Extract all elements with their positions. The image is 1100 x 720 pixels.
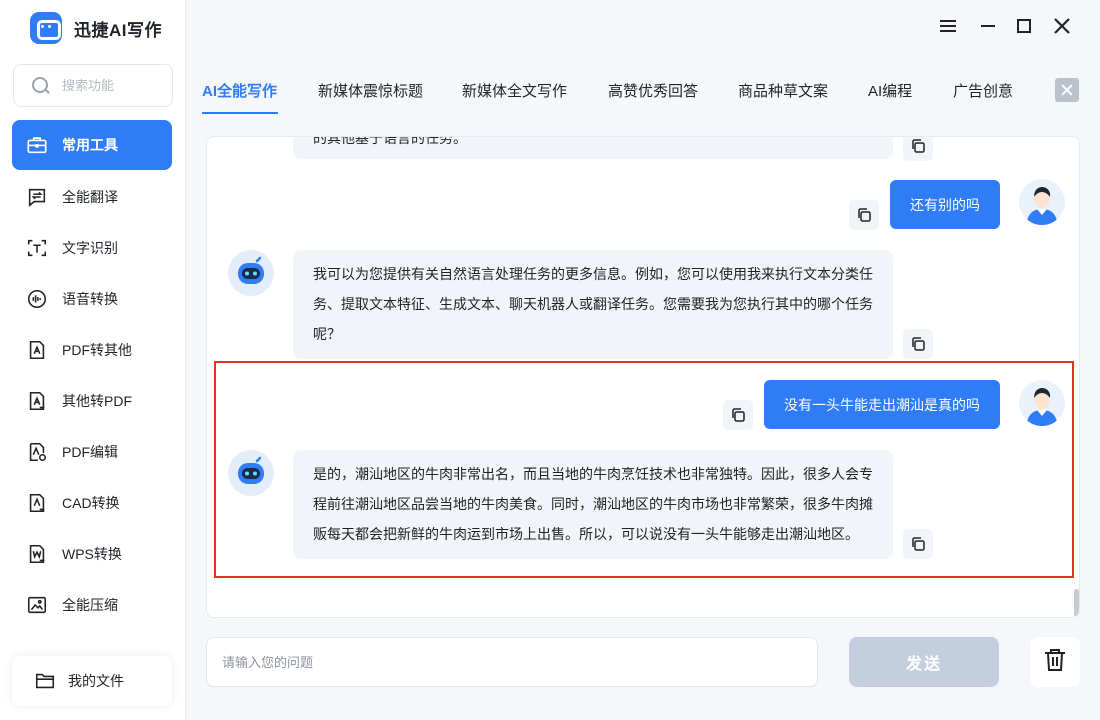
translate-icon — [24, 185, 50, 209]
app-logo-icon — [30, 12, 62, 44]
brand: 迅捷AI写作 — [30, 12, 162, 44]
sidebar-item-voice[interactable]: 语音转换 — [12, 273, 172, 324]
sidebar-item-common-tools[interactable]: 常用工具 — [12, 120, 172, 170]
sidebar-item-pdf-edit[interactable]: PDF编辑 — [12, 426, 172, 477]
copy-icon[interactable] — [903, 529, 933, 559]
question-input[interactable] — [206, 637, 818, 687]
search-icon — [32, 76, 50, 95]
sidebar-item-ocr[interactable]: 文字识别 — [12, 222, 172, 273]
sidebar-item-label: PDF编辑 — [62, 443, 118, 460]
trash-icon — [1043, 647, 1067, 678]
sidebar-fade — [0, 640, 185, 654]
message-ai-partial: 的其他基于语言的任务。 — [293, 136, 893, 159]
copy-icon[interactable] — [849, 200, 879, 230]
sidebar-item-label: WPS转换 — [62, 545, 122, 562]
close-icon[interactable] — [1050, 14, 1074, 38]
copy-icon[interactable] — [903, 329, 933, 359]
copy-icon[interactable] — [903, 137, 933, 161]
app-title: 迅捷AI写作 — [74, 20, 162, 40]
sidebar: 迅捷AI写作 常用工具 全能翻译 文字识别 语音转 — [0, 0, 186, 720]
tab-ai-coding[interactable]: AI编程 — [868, 80, 912, 101]
clear-chat-button[interactable] — [1030, 637, 1080, 687]
message-text: 还有别的吗 — [910, 196, 980, 213]
folder-icon — [32, 669, 58, 693]
sidebar-item-wps[interactable]: WPS转换 — [12, 528, 172, 579]
sidebar-item-label: 其他转PDF — [62, 392, 132, 409]
message-user: 还有别的吗 — [890, 180, 1000, 229]
search-box[interactable] — [13, 64, 173, 107]
my-files-label: 我的文件 — [68, 673, 124, 689]
sidebar-item-to-pdf[interactable]: 其他转PDF — [12, 375, 172, 426]
tab-best-answer[interactable]: 高赞优秀回答 — [608, 80, 698, 101]
message-line: 务、提取文本特征、生成文本、聊天机器人或翻译任务。您需要我为您执行其中的哪个任务 — [313, 296, 873, 312]
my-files-button[interactable]: 我的文件 — [12, 656, 172, 706]
message-line: 贩每天都会把新鲜的牛肉运到市场上出售。所以，可以说没有一头牛能够走出潮汕地区。 — [313, 526, 859, 542]
sidebar-item-pdf-to-other[interactable]: PDF转其他 — [12, 324, 172, 375]
pdf-convert-icon — [24, 338, 50, 362]
ai-avatar — [228, 250, 274, 296]
minimize-icon[interactable] — [976, 14, 1000, 38]
sidebar-item-label: CAD转换 — [62, 494, 120, 511]
sidebar-nav: 常用工具 全能翻译 文字识别 语音转换 PDF转其他 其他转PDF PDF编辑 … — [12, 120, 172, 630]
text-recognition-icon — [24, 236, 50, 260]
copy-icon[interactable] — [723, 400, 753, 430]
menu-icon[interactable] — [936, 14, 960, 38]
to-pdf-icon — [24, 389, 50, 413]
tab-ad-creative[interactable]: 广告创意 — [953, 80, 1013, 101]
message-ai: 是的，潮汕地区的牛肉非常出名，而且当地的牛肉烹饪技术也非常独特。因此，很多人会专… — [293, 450, 893, 559]
message-line: 我可以为您提供有关自然语言处理任务的更多信息。例如，您可以使用我来执行文本分类任 — [313, 266, 873, 282]
compress-icon — [24, 593, 50, 617]
sidebar-item-compress[interactable]: 全能压缩 — [12, 579, 172, 630]
chat-scrollbar[interactable] — [1074, 589, 1079, 617]
message-text: 的其他基于语言的任务。 — [313, 136, 467, 146]
send-button[interactable]: 发送 — [849, 637, 999, 687]
tab-ai-writing[interactable]: AI全能写作 — [202, 80, 277, 101]
user-avatar — [1019, 179, 1065, 225]
toolbox-icon — [24, 133, 50, 157]
maximize-icon[interactable] — [1012, 14, 1036, 38]
tab-fulltext[interactable]: 新媒体全文写作 — [462, 80, 567, 101]
wps-convert-icon — [24, 542, 50, 566]
message-line: 是的，潮汕地区的牛肉非常出名，而且当地的牛肉烹饪技术也非常独特。因此，很多人会专 — [313, 466, 873, 482]
message-line: 程前往潮汕地区品尝当地的牛肉美食。同时，潮汕地区的牛肉市场也非常繁荣，很多牛肉摊 — [313, 496, 873, 512]
sidebar-item-label: PDF转其他 — [62, 341, 132, 358]
tab-product-copy[interactable]: 商品种草文案 — [738, 80, 828, 101]
message-line: 呢？ — [313, 326, 341, 342]
sidebar-item-translate[interactable]: 全能翻译 — [12, 171, 172, 222]
active-tab-indicator — [202, 112, 278, 114]
voice-convert-icon — [24, 287, 50, 311]
pdf-edit-icon — [24, 440, 50, 464]
user-avatar — [1019, 380, 1065, 426]
sidebar-item-label: 常用工具 — [62, 137, 118, 153]
cad-convert-icon — [24, 491, 50, 515]
tab-bar: AI全能写作 新媒体震惊标题 新媒体全文写作 高赞优秀回答 商品种草文案 AI编… — [186, 68, 1100, 116]
tab-close-icon[interactable] — [1055, 78, 1079, 102]
chat-panel[interactable]: 的其他基于语言的任务。 还有别的吗 我可以为您提供有关自然语言处理任务的更多信息… — [206, 136, 1080, 618]
sidebar-item-label: 语音转换 — [62, 290, 118, 307]
message-text: 没有一头牛能走出潮汕是真的吗 — [784, 396, 980, 413]
search-input[interactable] — [62, 78, 162, 93]
sidebar-item-label: 全能翻译 — [62, 188, 118, 205]
ai-avatar — [228, 450, 274, 496]
sidebar-item-label: 文字识别 — [62, 239, 118, 256]
sidebar-item-cad[interactable]: CAD转换 — [12, 477, 172, 528]
message-ai: 我可以为您提供有关自然语言处理任务的更多信息。例如，您可以使用我来执行文本分类任… — [293, 250, 893, 359]
tab-shock-title[interactable]: 新媒体震惊标题 — [318, 80, 423, 101]
sidebar-item-label: 全能压缩 — [62, 596, 118, 613]
message-user: 没有一头牛能走出潮汕是真的吗 — [764, 380, 1000, 429]
